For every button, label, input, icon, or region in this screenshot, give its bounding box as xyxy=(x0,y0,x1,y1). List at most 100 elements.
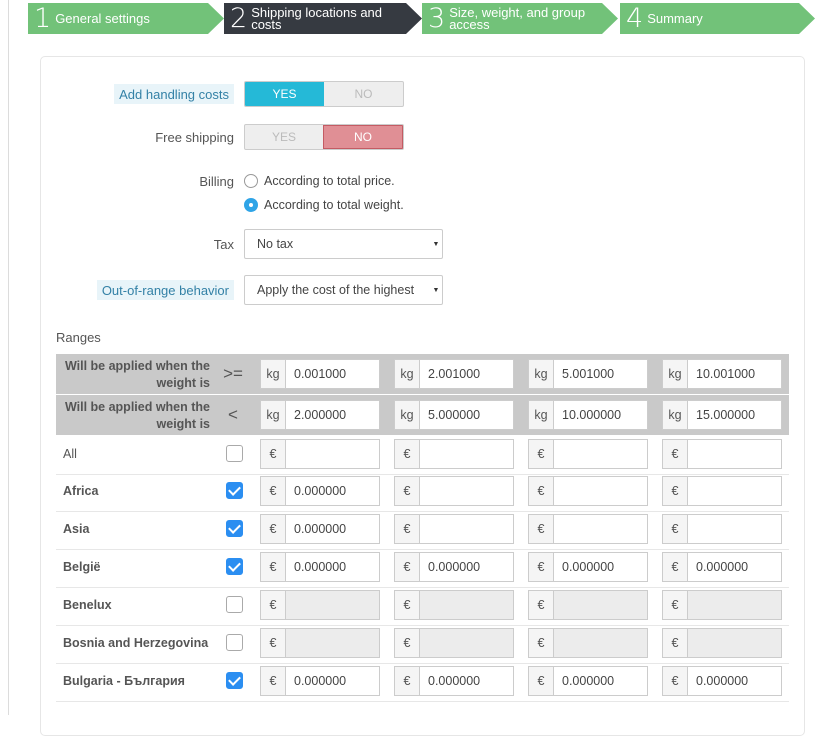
range-to-input[interactable]: kg 15.000000 xyxy=(662,400,782,430)
zone-price-input[interactable]: € xyxy=(394,476,514,506)
zone-price-input[interactable]: €0.000000 xyxy=(260,514,380,544)
zone-price-value[interactable] xyxy=(420,515,513,543)
zone-checkbox-checked[interactable] xyxy=(226,482,243,499)
step-general-settings[interactable]: 1 General settings xyxy=(28,3,224,34)
zone-price-value[interactable]: 0.000000 xyxy=(420,667,513,695)
zone-price-input[interactable]: € xyxy=(528,476,648,506)
zone-price-input[interactable]: € xyxy=(528,439,648,469)
zone-price-input[interactable]: €0.000000 xyxy=(394,552,514,582)
zone-price-input[interactable]: € xyxy=(528,514,648,544)
range-to-value[interactable]: 5.000000 xyxy=(420,401,513,429)
zone-price-input[interactable]: € xyxy=(662,476,782,506)
zone-price-value[interactable] xyxy=(420,477,513,505)
range-from-value[interactable]: 2.001000 xyxy=(420,360,513,388)
range-from-value[interactable]: 0.001000 xyxy=(286,360,379,388)
zone-price-value[interactable] xyxy=(688,440,781,468)
left-divider xyxy=(8,0,9,715)
zone-price-value[interactable]: 0.000000 xyxy=(688,667,781,695)
billing-option-weight[interactable]: According to total weight. xyxy=(244,196,404,214)
billing-label: Billing xyxy=(199,173,234,189)
currency-addon: € xyxy=(529,667,554,695)
zone-price-value[interactable]: 0.000000 xyxy=(688,553,781,581)
currency-addon: € xyxy=(529,477,554,505)
range-to-value[interactable]: 15.000000 xyxy=(688,401,781,429)
zone-price-input[interactable]: €0.000000 xyxy=(662,666,782,696)
zone-price-value[interactable] xyxy=(554,515,647,543)
currency-addon: € xyxy=(663,629,688,657)
step-number: 2 xyxy=(230,3,248,34)
range-from-value[interactable]: 5.001000 xyxy=(554,360,647,388)
handling-yes[interactable]: YES xyxy=(245,82,324,106)
out-of-range-row: Out-of-range behavior Apply the cost of … xyxy=(40,275,805,305)
step-label: General settings xyxy=(55,10,150,26)
range-from-input[interactable]: kg 10.001000 xyxy=(662,359,782,389)
range-to-input[interactable]: kg 5.000000 xyxy=(394,400,514,430)
free-shipping-label: Free shipping xyxy=(155,129,234,145)
zone-price-input[interactable]: € xyxy=(394,439,514,469)
currency-addon: € xyxy=(529,440,554,468)
zone-price-value[interactable]: 0.000000 xyxy=(286,553,379,581)
out-of-range-select[interactable]: Apply the cost of the highest ▼ xyxy=(244,275,443,305)
range-to-operator: < xyxy=(228,405,238,424)
unit-addon: kg xyxy=(529,401,554,429)
currency-addon: € xyxy=(395,591,420,619)
zone-price-input[interactable]: €0.000000 xyxy=(260,476,380,506)
free-shipping-yes[interactable]: YES xyxy=(245,125,323,149)
zone-price-input[interactable]: €0.000000 xyxy=(528,552,648,582)
zone-checkbox-checked[interactable] xyxy=(226,520,243,537)
handling-no[interactable]: NO xyxy=(324,82,403,106)
zone-price-value[interactable]: 0.000000 xyxy=(420,553,513,581)
zone-checkbox[interactable] xyxy=(226,634,243,651)
zone-price-input[interactable]: € xyxy=(260,439,380,469)
zone-price-input[interactable]: €0.000000 xyxy=(528,666,648,696)
zone-price-value[interactable] xyxy=(688,515,781,543)
range-from-input[interactable]: kg 5.001000 xyxy=(528,359,648,389)
zone-price-value[interactable]: 0.000000 xyxy=(554,667,647,695)
ranges-title: Ranges xyxy=(56,330,101,345)
zone-price-value[interactable] xyxy=(420,440,513,468)
zone-price-value[interactable]: 0.000000 xyxy=(554,553,647,581)
zone-price-value[interactable] xyxy=(554,477,647,505)
billing-option-price[interactable]: According to total price. xyxy=(244,172,395,190)
zone-price-value[interactable]: 0.000000 xyxy=(286,515,379,543)
zone-checkbox[interactable] xyxy=(226,596,243,613)
zone-price-input[interactable]: € xyxy=(662,514,782,544)
zone-checkbox[interactable] xyxy=(226,445,243,462)
tax-select[interactable]: No tax ▼ xyxy=(244,229,443,259)
zone-price-input[interactable]: €0.000000 xyxy=(260,552,380,582)
range-to-input[interactable]: kg 2.000000 xyxy=(260,400,380,430)
radio-button[interactable] xyxy=(244,174,258,188)
zone-price-value[interactable]: 0.000000 xyxy=(286,477,379,505)
zone-price-input[interactable]: € xyxy=(394,514,514,544)
zone-checkbox-checked[interactable] xyxy=(226,672,243,689)
zone-price-value[interactable] xyxy=(688,477,781,505)
range-to-value[interactable]: 10.000000 xyxy=(554,401,647,429)
step-size-weight[interactable]: 3 Size, weight, and group access xyxy=(422,3,618,34)
zone-price-value[interactable]: 0.000000 xyxy=(286,667,379,695)
zone-price-input[interactable]: €0.000000 xyxy=(662,552,782,582)
zone-price-input[interactable]: € xyxy=(662,439,782,469)
zone-price-input[interactable]: €0.000000 xyxy=(394,666,514,696)
currency-addon: € xyxy=(395,553,420,581)
range-from-input[interactable]: kg 2.001000 xyxy=(394,359,514,389)
radio-button-selected[interactable] xyxy=(244,198,258,212)
step-shipping-locations[interactable]: 2 Shipping locations and costs xyxy=(224,3,422,34)
free-shipping-toggle[interactable]: YES NO xyxy=(244,124,404,150)
zone-price-value[interactable] xyxy=(286,440,379,468)
range-from-value[interactable]: 10.001000 xyxy=(688,360,781,388)
step-label: Size, weight, and group access xyxy=(449,4,586,32)
zone-price-input[interactable]: €0.000000 xyxy=(260,666,380,696)
range-to-input[interactable]: kg 10.000000 xyxy=(528,400,648,430)
step-summary[interactable]: 4 Summary xyxy=(620,3,815,34)
range-from-input[interactable]: kg 0.001000 xyxy=(260,359,380,389)
currency-addon: € xyxy=(395,477,420,505)
zone-checkbox-checked[interactable] xyxy=(226,558,243,575)
step-label: Summary xyxy=(647,10,703,26)
zone-price-value[interactable] xyxy=(554,440,647,468)
handling-toggle[interactable]: YES NO xyxy=(244,81,404,107)
currency-addon: € xyxy=(663,553,688,581)
billing-row: Billing According to total price. Accord… xyxy=(40,168,805,216)
out-of-range-label: Out-of-range behavior xyxy=(96,280,234,300)
free-shipping-no[interactable]: NO xyxy=(323,125,403,149)
range-to-value[interactable]: 2.000000 xyxy=(286,401,379,429)
